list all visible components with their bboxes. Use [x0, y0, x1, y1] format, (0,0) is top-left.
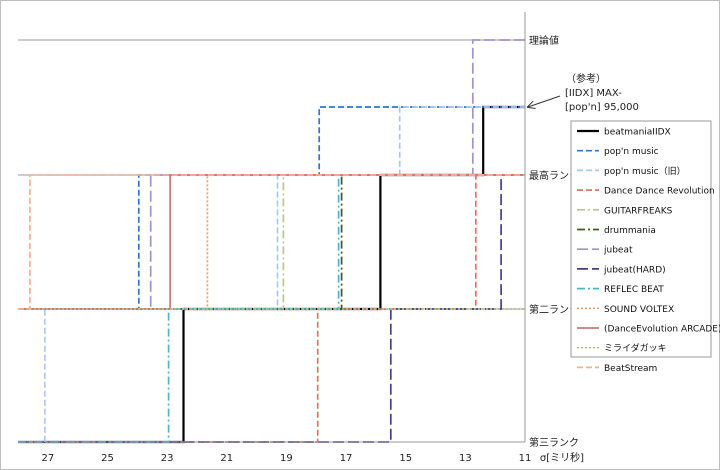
series-line-5 — [18, 174, 525, 310]
legend-entry-3: Dance Dance Revolution — [604, 187, 715, 197]
legend-entry-7: jubeat(HARD) — [603, 265, 666, 275]
x-tick-label: 17 — [340, 453, 353, 464]
legend-entry-12: BeatStream — [604, 364, 657, 374]
annotation-text: [IIDX] MAX- — [565, 88, 622, 99]
x-tick-label: 23 — [161, 453, 174, 464]
legend-entry-11: ミライダガッキ — [604, 342, 667, 354]
x-axis-title: σ[ミリ秒] — [540, 451, 584, 464]
annotation-text: （参考） — [566, 72, 606, 85]
x-tick-label: 21 — [220, 453, 233, 464]
series-line-12 — [18, 174, 525, 310]
legend-entry-6: jubeat — [603, 246, 633, 256]
legend-entry-8: REFLEC BEAT — [604, 285, 664, 295]
x-tick-label: 11 — [519, 453, 532, 464]
series-line-10 — [18, 174, 525, 310]
legend-entry-9: SOUND VOLTEX — [604, 305, 674, 315]
y-category-label: 第三ランク — [529, 436, 579, 449]
series-line-1 — [18, 106, 525, 310]
legend-entry-2: pop'n music（旧） — [604, 166, 686, 177]
legend-entry-5: drummania — [604, 226, 656, 236]
x-tick-label: 25 — [101, 453, 114, 464]
legend-entry-4: GUITARFREAKS — [604, 206, 673, 216]
step-line-chart: 27 25 23 21 19 17 15 13 11 σ[ミリ秒] 第三ランク第二ランク最高ランク… — [18, 12, 720, 464]
legend-entry-1: pop'n music — [604, 147, 659, 157]
series-line-0 — [18, 105, 525, 444]
annotation-arrow — [528, 95, 561, 107]
legend-entry-0: beatmaniaIIDX — [604, 128, 671, 138]
x-tick-label: 13 — [459, 453, 472, 464]
x-tick-label: 15 — [399, 453, 412, 464]
legend-entry-10: (DanceEvolution ARCADE) — [604, 325, 720, 335]
x-tick-label: 19 — [280, 453, 293, 464]
series-line-2 — [18, 106, 525, 443]
y-category-label: 理論値 — [529, 34, 559, 47]
series-line-4 — [18, 174, 525, 310]
x-tick-label: 27 — [41, 453, 54, 464]
annotation-text: [pop'n] 95,000 — [565, 102, 639, 113]
series-line-9 — [18, 174, 525, 310]
